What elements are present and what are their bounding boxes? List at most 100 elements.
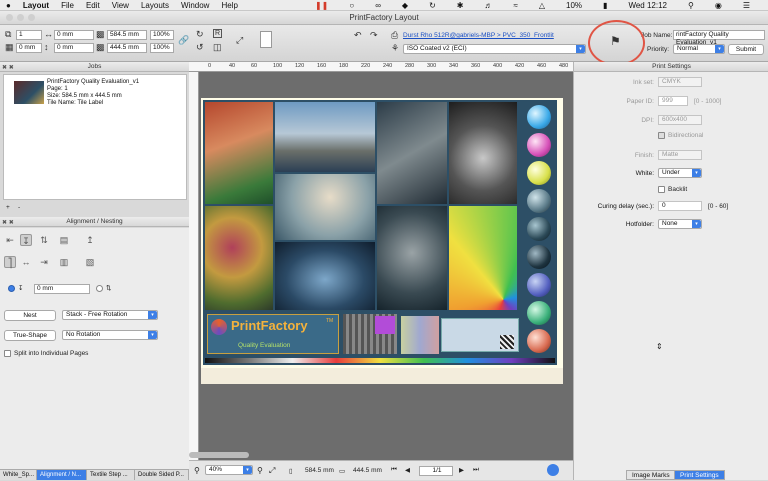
tab-image-marks[interactable]: Image Marks bbox=[626, 470, 676, 480]
job-name-field[interactable]: rintFactory Quality Evaluation_v1 bbox=[673, 30, 765, 46]
add-job-button[interactable]: + bbox=[6, 204, 10, 211]
job-name-label: Job Name: bbox=[641, 32, 673, 39]
gap-field[interactable]: 0 mm bbox=[16, 43, 42, 53]
search-icon[interactable]: ⚲ bbox=[688, 1, 694, 10]
tab-alignment[interactable]: Alignment / N... bbox=[37, 470, 87, 480]
pause-icon[interactable]: ❚❚ bbox=[315, 1, 328, 10]
profile-select[interactable]: ISO Coated v2 (ECI) ▾ bbox=[403, 44, 586, 54]
first-page-icon[interactable]: ⏮ bbox=[391, 466, 397, 474]
menu-window[interactable]: Window bbox=[181, 1, 209, 10]
nest-mode-select[interactable]: Stack - Free Rotation ▾ bbox=[62, 310, 158, 320]
gap-radio-selected[interactable] bbox=[8, 285, 15, 292]
height-field[interactable]: 444.5 mm bbox=[107, 43, 147, 53]
nest-button[interactable]: Nest bbox=[4, 310, 56, 321]
true-shape-button[interactable]: True-Shape bbox=[4, 330, 56, 341]
close-panel-icon[interactable]: ✖ ✖ bbox=[2, 63, 14, 73]
copies-field[interactable]: 1 bbox=[16, 30, 42, 40]
wifi-icon[interactable]: ≈ bbox=[513, 1, 517, 10]
print-artwork[interactable]: PrintFactory TM Quality Evaluation bbox=[203, 100, 557, 365]
menu-file[interactable]: File bbox=[61, 1, 74, 10]
gap-value-field[interactable]: 0 mm bbox=[34, 284, 90, 294]
device-link[interactable]: Durst Rho 512R@gabriels-MBP > PVC_350_Fr… bbox=[403, 32, 554, 39]
white-select[interactable]: Under ▾ bbox=[658, 168, 702, 178]
undo-icon[interactable]: ↶ bbox=[354, 30, 362, 41]
backlit-checkbox[interactable] bbox=[658, 186, 665, 193]
close-panel-icon[interactable]: ✖ ✖ bbox=[2, 218, 14, 228]
tab-white-sp[interactable]: White_Sp... bbox=[0, 470, 37, 480]
align-left-icon[interactable]: ⇤ bbox=[4, 234, 16, 246]
timemachine-icon[interactable]: ↻ bbox=[429, 1, 436, 10]
zoom-out-icon[interactable]: ⚲ bbox=[194, 466, 200, 475]
align-center-icon[interactable]: ⇅ bbox=[38, 234, 50, 246]
backlit-option[interactable]: Backlit bbox=[658, 186, 687, 193]
scale-width-field[interactable]: 100% bbox=[150, 30, 174, 40]
drag-handle-icon[interactable]: ⇕ bbox=[656, 342, 663, 351]
clock[interactable]: Wed 12:12 bbox=[628, 1, 667, 10]
spacing-radio[interactable] bbox=[96, 285, 103, 292]
horizontal-scrollbar[interactable] bbox=[189, 452, 249, 458]
submit-button[interactable]: Submit bbox=[728, 44, 764, 55]
x-position-field[interactable]: 0 mm bbox=[54, 30, 94, 40]
menu-view[interactable]: View bbox=[112, 1, 129, 10]
apple-menu-icon[interactable]: ● bbox=[6, 1, 11, 10]
ink-set-label: Ink set: bbox=[633, 79, 654, 86]
split-pages-option[interactable]: Split into Individual Pages bbox=[4, 350, 88, 357]
align-bottom-icon[interactable]: ↧ bbox=[20, 234, 32, 246]
rotate-icon[interactable]: ↻ bbox=[196, 29, 204, 40]
align-left-edge-icon[interactable]: ⎤ bbox=[4, 256, 16, 268]
scale-height-field[interactable]: 100% bbox=[150, 43, 174, 53]
page-field[interactable]: 1/1 bbox=[419, 466, 453, 476]
creative-cloud-icon[interactable]: ∞ bbox=[375, 1, 381, 10]
priority-select[interactable]: Normal ▾ bbox=[673, 44, 725, 54]
job-item[interactable]: PrintFactory Quality Evaluation_v1 Page:… bbox=[47, 79, 139, 107]
redo-icon[interactable]: ↷ bbox=[370, 30, 378, 41]
previous-page-icon[interactable]: ◀ bbox=[405, 466, 410, 474]
menu-app[interactable]: Layout bbox=[23, 1, 49, 10]
close-window-button[interactable] bbox=[6, 14, 13, 21]
hotfolder-select[interactable]: None ▾ bbox=[658, 219, 702, 229]
siri-icon[interactable]: ◉ bbox=[715, 1, 722, 10]
distribute-icon[interactable]: ▤ bbox=[58, 234, 70, 246]
align-top-icon[interactable]: ↥ bbox=[84, 234, 96, 246]
zoom-select[interactable]: 40% ▾ bbox=[205, 465, 253, 475]
menu-edit[interactable]: Edit bbox=[86, 1, 100, 10]
airplay-icon[interactable]: △ bbox=[539, 1, 545, 10]
sync-icon[interactable]: ○ bbox=[349, 1, 354, 10]
remove-job-button[interactable]: - bbox=[18, 204, 20, 211]
tab-print-settings[interactable]: Print Settings bbox=[674, 470, 725, 480]
split-pages-checkbox[interactable] bbox=[4, 350, 11, 357]
battery-percent[interactable]: 10% bbox=[566, 1, 582, 10]
last-page-icon[interactable]: ⏭ bbox=[473, 466, 479, 474]
curing-delay-field[interactable]: 0 bbox=[658, 201, 702, 211]
align-middle-icon[interactable]: ↔ bbox=[20, 256, 32, 268]
center-horizontal-icon[interactable]: ▥ bbox=[58, 256, 70, 268]
align-right-icon[interactable]: ⇥ bbox=[38, 256, 50, 268]
flip-icon[interactable]: ↺ bbox=[196, 42, 204, 53]
notification-center-icon[interactable]: ☰ bbox=[743, 1, 750, 10]
bluetooth-icon[interactable]: ✱ bbox=[457, 1, 464, 10]
mirror-icon[interactable]: ◫ bbox=[213, 42, 222, 53]
rotation-select[interactable]: No Rotation ▾ bbox=[62, 330, 158, 340]
finish-label: Finish: bbox=[634, 152, 654, 159]
zoom-window-button[interactable] bbox=[28, 14, 35, 21]
menu-help[interactable]: Help bbox=[221, 1, 237, 10]
next-page-icon[interactable]: ▶ bbox=[459, 466, 464, 474]
tab-double-sided[interactable]: Double Sided P... bbox=[135, 470, 189, 480]
page-icon[interactable] bbox=[260, 31, 272, 48]
fit-zoom-icon[interactable]: ⤢ bbox=[269, 466, 275, 476]
dropbox-icon[interactable]: ◆ bbox=[402, 1, 408, 10]
layout-canvas[interactable]: 0 40 60 100 120 160 180 220 240 280 300 … bbox=[189, 62, 573, 460]
width-field[interactable]: 584.5 mm bbox=[107, 30, 147, 40]
y-position-field[interactable]: 0 mm bbox=[54, 43, 94, 53]
center-vertical-icon[interactable]: ▧ bbox=[84, 256, 96, 268]
help-icon[interactable] bbox=[547, 464, 559, 476]
tab-textile-step[interactable]: Textile Step ... bbox=[87, 470, 135, 480]
volume-icon[interactable]: ♬ bbox=[484, 1, 492, 10]
job-thumbnail[interactable] bbox=[14, 81, 44, 104]
menu-layouts[interactable]: Layouts bbox=[141, 1, 169, 10]
zoom-in-icon[interactable]: ⚲ bbox=[257, 466, 263, 475]
link-icon[interactable]: 🔗 bbox=[178, 35, 189, 46]
minimize-window-button[interactable] bbox=[17, 14, 24, 21]
registration-icon[interactable]: R bbox=[213, 29, 223, 38]
fit-to-page-icon[interactable]: ⤢ bbox=[236, 35, 243, 46]
